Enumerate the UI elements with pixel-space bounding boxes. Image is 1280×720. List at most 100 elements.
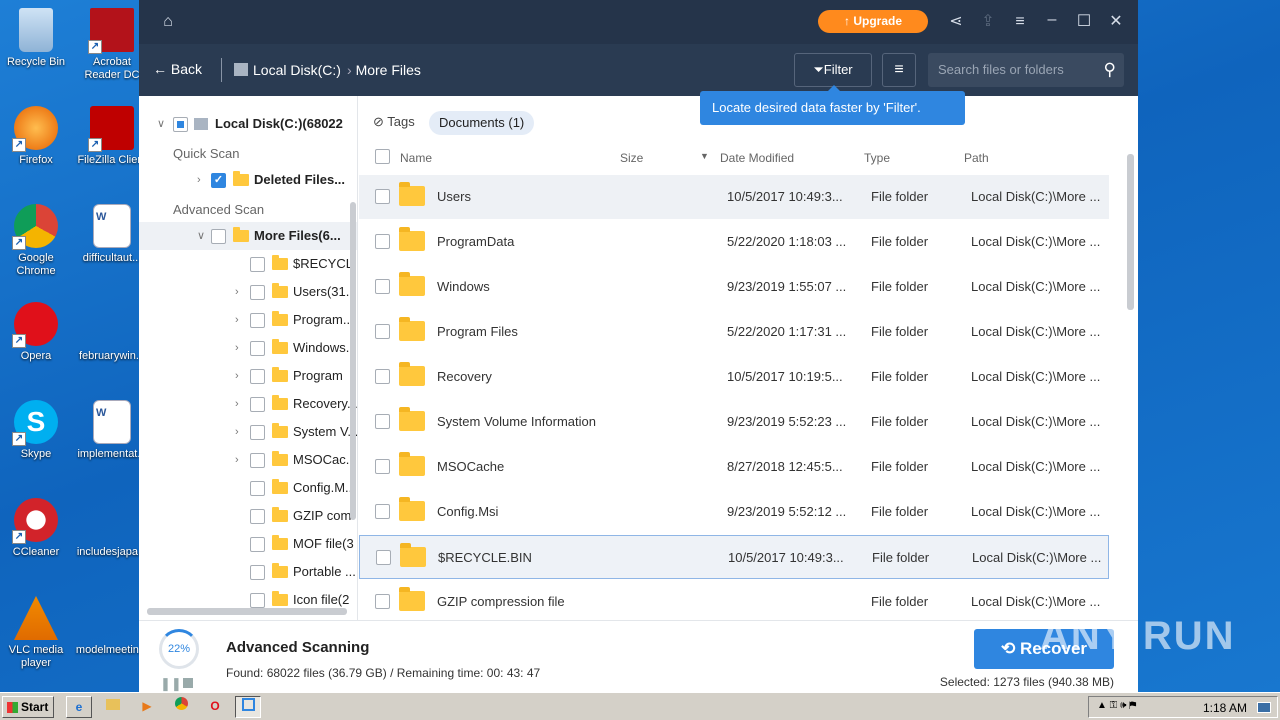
pause-icon[interactable]: ❚❚ <box>160 676 182 691</box>
chevron-right-icon[interactable]: › <box>197 166 201 194</box>
column-header-date[interactable]: Date Modified <box>720 151 794 165</box>
tags-filter[interactable]: ⊘ Tags <box>373 114 415 130</box>
row-checkbox[interactable] <box>375 594 390 609</box>
tree-checkbox[interactable] <box>250 481 265 496</box>
back-button[interactable]: ← Back <box>153 61 202 77</box>
chevron-right-icon[interactable]: › <box>235 334 239 362</box>
file-row[interactable]: Recovery 10/5/2017 10:19:5... File folder L… <box>359 355 1109 399</box>
row-checkbox[interactable] <box>375 504 390 519</box>
tree-checkbox[interactable]: ✓ <box>211 173 226 188</box>
file-row[interactable]: Program Files 5/22/2020 1:17:31 ... File f… <box>359 310 1109 354</box>
chevron-right-icon[interactable]: › <box>235 278 239 306</box>
chevron-down-icon[interactable]: ∨ <box>157 110 165 138</box>
recovery-app-taskbar-icon[interactable] <box>235 696 261 718</box>
desktop-icon-recycle-bin[interactable]: Recycle Bin <box>1 8 71 69</box>
explorer-taskbar-icon[interactable] <box>100 696 126 718</box>
list-view-button[interactable]: ≡ <box>882 53 916 87</box>
tree-item-child[interactable]: $RECYCL... <box>139 250 357 278</box>
tree-horizontal-scrollbar[interactable] <box>147 608 347 615</box>
tree-checkbox[interactable] <box>211 229 226 244</box>
close-icon[interactable]: ✕ <box>1106 12 1126 32</box>
tree-item-child[interactable]: › Users(31... <box>139 278 357 306</box>
tree-checkbox[interactable] <box>250 537 265 552</box>
breadcrumb-more-files[interactable]: › More Files <box>347 62 421 78</box>
desktop-icon-skype[interactable]: S ↗ Skype <box>1 400 71 461</box>
file-row[interactable]: Users 10/5/2017 10:49:3... File folder Loca… <box>359 175 1109 219</box>
chrome-taskbar-icon[interactable] <box>168 696 194 718</box>
select-all-checkbox[interactable] <box>375 149 390 164</box>
tree-checkbox[interactable] <box>250 369 265 384</box>
desktop-icon-firefox[interactable]: ↗ Firefox <box>1 106 71 167</box>
tray-icons[interactable]: ▲ ⚿ 🕪 ⚑ <box>1097 700 1136 711</box>
chevron-down-icon[interactable]: ∨ <box>197 222 205 250</box>
desktop-icon-acrobat[interactable]: ↗ Acrobat Reader DC <box>77 8 147 82</box>
home-icon[interactable]: ⌂ <box>158 12 178 32</box>
tree-item-child[interactable]: › Program <box>139 362 357 390</box>
menu-icon[interactable]: ≡ <box>1010 12 1030 32</box>
row-checkbox[interactable] <box>375 189 390 204</box>
file-row[interactable]: $RECYCLE.BIN 10/5/2017 10:49:3... File fol… <box>359 535 1109 579</box>
file-row[interactable]: Config.Msi 9/23/2019 5:52:12 ... File fold… <box>359 490 1109 534</box>
file-row[interactable]: GZIP compression file File folder Local Di… <box>359 580 1109 620</box>
documents-chip[interactable]: Documents (1) <box>429 111 535 135</box>
row-checkbox[interactable] <box>375 279 390 294</box>
tree-item-child[interactable]: MOF file(3 <box>139 530 357 558</box>
tree-checkbox[interactable] <box>250 285 265 300</box>
tree-item-child[interactable]: › Recovery... <box>139 390 357 418</box>
row-checkbox[interactable] <box>375 414 390 429</box>
column-header-size[interactable]: Size <box>620 151 643 165</box>
breadcrumb-disk[interactable]: Local Disk(C:) <box>234 62 341 78</box>
chevron-right-icon[interactable]: › <box>235 362 239 390</box>
media-player-taskbar-icon[interactable]: ▶ <box>134 696 160 718</box>
upgrade-button[interactable]: ↑ Upgrade <box>818 10 928 33</box>
tree-item-deleted-files[interactable]: › ✓ Deleted Files... <box>139 166 357 194</box>
row-checkbox[interactable] <box>375 234 390 249</box>
tree-checkbox[interactable] <box>250 453 265 468</box>
search-input[interactable]: Search files or folders ⚲ <box>928 53 1124 87</box>
desktop-icon-opera[interactable]: ↗ Opera <box>1 302 71 363</box>
desktop-icon-vlc[interactable]: VLC media player <box>1 596 71 670</box>
search-icon[interactable]: ⚲ <box>1104 53 1116 87</box>
stop-icon[interactable] <box>183 678 193 688</box>
ie-taskbar-icon[interactable]: e <box>66 696 92 718</box>
tree-checkbox[interactable] <box>250 425 265 440</box>
maximize-icon[interactable]: ☐ <box>1074 12 1094 32</box>
row-checkbox[interactable] <box>375 324 390 339</box>
tree-checkbox[interactable] <box>250 565 265 580</box>
desktop-icon-ccleaner[interactable]: ↗ CCleaner <box>1 498 71 559</box>
show-desktop-icon[interactable] <box>1257 702 1271 713</box>
tree-item-child[interactable]: › Program... <box>139 306 357 334</box>
tree-item-child[interactable]: › Windows... <box>139 334 357 362</box>
chevron-right-icon[interactable]: › <box>235 446 239 474</box>
tree-item-child[interactable]: GZIP com <box>139 502 357 530</box>
chevron-right-icon[interactable]: › <box>235 390 239 418</box>
tree-item-child[interactable]: › MSOCac... <box>139 446 357 474</box>
row-checkbox[interactable] <box>375 459 390 474</box>
filter-button[interactable]: ⏷Filter <box>794 53 872 87</box>
tree-root[interactable]: ∨ Local Disk(C:)(68022 <box>139 110 357 138</box>
chevron-right-icon[interactable]: › <box>235 418 239 446</box>
row-checkbox[interactable] <box>376 550 391 565</box>
tree-checkbox[interactable] <box>250 341 265 356</box>
share-icon[interactable]: ⋖ <box>946 12 966 32</box>
minimize-icon[interactable]: – <box>1042 10 1062 30</box>
export-icon[interactable]: ⇪ <box>978 12 998 32</box>
list-scrollbar[interactable] <box>1127 154 1134 310</box>
tree-item-more-files[interactable]: ∨ More Files(6... <box>139 222 357 250</box>
desktop-icon-chrome[interactable]: ↗ Google Chrome <box>1 204 71 278</box>
opera-taskbar-icon[interactable]: O <box>202 696 228 718</box>
desktop-icon-filezilla[interactable]: ↗ FileZilla Client <box>77 106 147 167</box>
sort-down-icon[interactable]: ▼ <box>700 151 709 161</box>
file-row[interactable]: System Volume Information 9/23/2019 5:52:… <box>359 400 1109 444</box>
chevron-right-icon[interactable]: › <box>235 306 239 334</box>
column-header-type[interactable]: Type <box>864 151 890 165</box>
start-button[interactable]: Start <box>2 696 54 718</box>
file-row[interactable]: MSOCache 8/27/2018 12:45:5... File folder L… <box>359 445 1109 489</box>
tree-item-child[interactable]: › System V... <box>139 418 357 446</box>
tree-scrollbar[interactable] <box>350 202 356 520</box>
tree-checkbox[interactable] <box>250 257 265 272</box>
file-row[interactable]: ProgramData 5/22/2020 1:18:03 ... File fol… <box>359 220 1109 264</box>
file-row[interactable]: Windows 9/23/2019 1:55:07 ... File folder L… <box>359 265 1109 309</box>
tree-checkbox[interactable] <box>173 117 188 132</box>
tree-item-child[interactable]: Config.M... <box>139 474 357 502</box>
